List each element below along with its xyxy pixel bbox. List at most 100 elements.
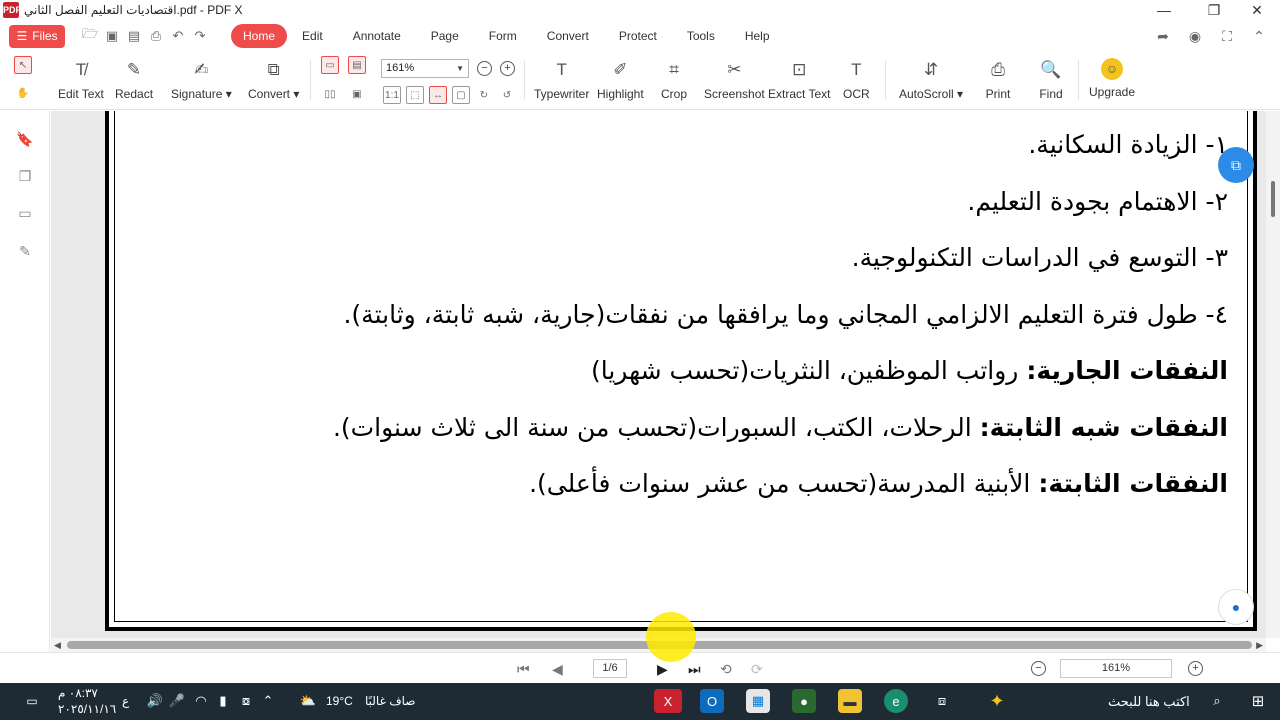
rotate-ccw-icon[interactable]: ↺ bbox=[498, 86, 516, 104]
convert-button[interactable]: ⧉ Convert ▾ bbox=[248, 58, 299, 101]
zoom-out-icon[interactable]: − bbox=[477, 61, 492, 76]
chat-bubble-icon[interactable]: ● bbox=[1218, 589, 1254, 625]
search-icon[interactable]: ⌕ bbox=[1205, 689, 1229, 713]
tab-protect[interactable]: Protect bbox=[604, 24, 672, 48]
copilot-icon[interactable]: ✦ bbox=[985, 689, 1009, 713]
redo-icon[interactable]: ↷ bbox=[189, 25, 211, 47]
weather-temperature: 19°C bbox=[326, 694, 353, 708]
zoom-select[interactable]: 161% ▼ bbox=[381, 59, 469, 78]
text-line: ٤- طول فترة التعليم الالزامي المجاني وما… bbox=[343, 299, 1228, 329]
zoom-field[interactable]: 161% bbox=[1060, 659, 1172, 678]
notification-icon[interactable]: ▭ bbox=[20, 689, 44, 713]
cover-page-icon[interactable]: ▣ bbox=[348, 85, 366, 103]
fullscreen-icon[interactable]: ⛶ bbox=[1216, 25, 1238, 47]
extract-text-button[interactable]: ⊡ Extract Text bbox=[768, 58, 830, 101]
tab-edit[interactable]: Edit bbox=[287, 24, 338, 48]
print-button[interactable]: ⎙ Print bbox=[985, 58, 1011, 101]
volume-icon[interactable]: 🔊 bbox=[143, 689, 167, 713]
language-indicator[interactable]: ع bbox=[122, 694, 129, 708]
highlight-button[interactable]: ✐ Highlight bbox=[597, 58, 644, 101]
autoscroll-button[interactable]: ⇵ AutoScroll ▾ bbox=[899, 58, 963, 101]
two-page-icon[interactable]: ▯▯ bbox=[321, 85, 339, 103]
search-input[interactable]: اكتب هنا للبحث bbox=[1108, 694, 1190, 710]
first-page-icon[interactable]: ⏮ bbox=[517, 661, 530, 678]
windows-start-icon[interactable]: ⊞ bbox=[1246, 689, 1270, 713]
document-viewer[interactable]: ١- الزيادة السكانية. ٢- الاهتمام بجودة ا… bbox=[51, 111, 1266, 638]
task-view-icon[interactable]: ⧈ bbox=[930, 689, 954, 713]
share-icon[interactable]: ➦ bbox=[1152, 25, 1174, 47]
bookmark-icon[interactable]: 🔖 bbox=[15, 131, 35, 149]
signature-button[interactable]: ✍ Signature ▾ bbox=[171, 58, 232, 101]
comments-icon[interactable]: ▭ bbox=[15, 205, 35, 223]
tab-form[interactable]: Form bbox=[474, 24, 532, 48]
select-tool-icon[interactable]: ↖ bbox=[14, 56, 32, 74]
collapse-ribbon-icon[interactable]: ⌃ bbox=[1248, 25, 1270, 47]
previous-page-icon[interactable]: ◀ bbox=[552, 661, 563, 678]
attachments-icon[interactable]: ✎ bbox=[15, 243, 35, 261]
scroll-right-icon[interactable]: ▶ bbox=[1256, 638, 1263, 652]
tab-tools[interactable]: Tools bbox=[672, 24, 730, 48]
network-icon[interactable]: ⧇ bbox=[234, 689, 258, 713]
page-number-field[interactable]: 1/6 bbox=[593, 659, 627, 678]
fit-page-icon[interactable]: ⬚ bbox=[406, 86, 424, 104]
ai-assistant-icon[interactable]: ⧉ bbox=[1218, 147, 1254, 183]
undo-icon[interactable]: ↶ bbox=[167, 25, 189, 47]
close-icon[interactable]: ✕ bbox=[1234, 0, 1280, 20]
files-label: Files bbox=[32, 29, 58, 43]
outlook-icon[interactable]: O bbox=[700, 689, 724, 713]
upgrade-button[interactable]: ☺ Upgrade bbox=[1089, 58, 1135, 99]
file-explorer-icon[interactable]: ▬ bbox=[838, 689, 862, 713]
single-page-icon[interactable]: ▭ bbox=[321, 56, 339, 74]
zoom-out-icon[interactable]: − bbox=[1031, 661, 1046, 676]
vertical-scroll-thumb[interactable] bbox=[1271, 181, 1275, 217]
next-view-icon[interactable]: ⟳ bbox=[751, 661, 763, 678]
scroll-left-icon[interactable]: ◀ bbox=[54, 638, 61, 652]
chevron-up-icon[interactable]: ⌃ bbox=[256, 689, 280, 713]
tab-annotate[interactable]: Annotate bbox=[338, 24, 416, 48]
screenshot-button[interactable]: ✂ Screenshot bbox=[704, 58, 765, 101]
weather-icon[interactable]: ⛅ bbox=[296, 689, 320, 713]
edit-text-button[interactable]: T̸ Edit Text bbox=[58, 58, 104, 101]
find-button[interactable]: 🔍 Find bbox=[1038, 58, 1064, 101]
continuous-page-icon[interactable]: ▤ bbox=[348, 56, 366, 74]
fit-width-icon[interactable]: ↔ bbox=[429, 86, 447, 104]
vertical-scrollbar[interactable] bbox=[1266, 111, 1280, 638]
clock-time: ٠٨:٣٧ م bbox=[58, 686, 98, 700]
tab-home[interactable]: Home bbox=[231, 24, 288, 48]
previous-view-icon[interactable]: ⟲ bbox=[720, 661, 732, 678]
tab-help[interactable]: Help bbox=[730, 24, 785, 48]
open-folder-icon[interactable]: 🗁 bbox=[79, 25, 101, 47]
save-icon[interactable]: ▣ bbox=[101, 25, 123, 47]
fit-visible-icon[interactable]: ▢ bbox=[452, 86, 470, 104]
minimize-icon[interactable]: — bbox=[1141, 0, 1187, 20]
zoom-in-icon[interactable]: + bbox=[1188, 661, 1203, 676]
edge-icon[interactable]: e bbox=[884, 689, 908, 713]
microphone-icon[interactable]: 🎤 bbox=[165, 689, 189, 713]
files-button[interactable]: ☰ Files bbox=[9, 24, 65, 48]
game-icon[interactable]: ● bbox=[792, 689, 816, 713]
ocr-button[interactable]: T OCR bbox=[843, 58, 870, 101]
save-as-icon[interactable]: ▤ bbox=[123, 25, 145, 47]
rotate-cw-icon[interactable]: ↻ bbox=[475, 86, 493, 104]
redact-button[interactable]: ✎ Redact bbox=[115, 58, 153, 101]
battery-icon[interactable]: ▮ bbox=[211, 689, 235, 713]
restore-icon[interactable]: ❐ bbox=[1191, 0, 1237, 20]
store-icon[interactable]: ▦ bbox=[746, 689, 770, 713]
pdfx-taskbar-icon[interactable]: X bbox=[654, 689, 682, 713]
print-quick-icon[interactable]: ⎙ bbox=[145, 25, 167, 47]
typewriter-button[interactable]: T Typewriter bbox=[534, 58, 589, 101]
hand-tool-icon[interactable]: ✋ bbox=[14, 84, 32, 102]
text-line: النفقات الثابتة: الأبنية المدرسة(تحسب من… bbox=[529, 469, 1228, 498]
last-page-icon[interactable]: ⏭ bbox=[688, 661, 701, 678]
tab-page[interactable]: Page bbox=[416, 24, 474, 48]
zoom-in-icon[interactable]: + bbox=[500, 61, 515, 76]
next-page-icon[interactable]: ▶ bbox=[657, 661, 668, 678]
thumbnails-icon[interactable]: ❐ bbox=[15, 168, 35, 186]
tab-convert[interactable]: Convert bbox=[532, 24, 604, 48]
crop-button[interactable]: ⌗ Crop bbox=[661, 58, 687, 101]
read-mode-icon[interactable]: ◉ bbox=[1184, 25, 1206, 47]
upgrade-icon: ☺ bbox=[1101, 58, 1124, 80]
actual-size-icon[interactable]: 1:1 bbox=[383, 86, 401, 104]
wifi-icon[interactable]: ◠ bbox=[189, 689, 213, 713]
separator bbox=[885, 60, 886, 100]
